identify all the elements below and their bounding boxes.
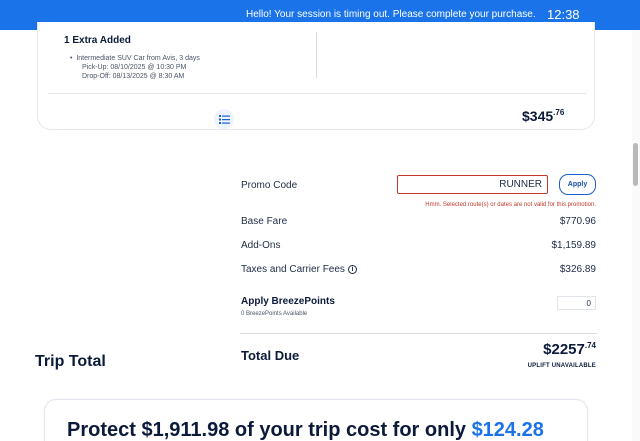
trip-protection-price: $124.28 (471, 419, 544, 441)
uplift-status: UPLIFT UNAVAILABLE (527, 363, 596, 369)
extra-item: • Intermediate SUV Car from Avis, 3 days (70, 55, 200, 62)
promo-code-label: Promo Code (241, 180, 298, 191)
trip-protection-card: Protect $1,911.98 of your trip cost for … (44, 399, 588, 441)
extras-title: 1 Extra Added (64, 35, 131, 46)
total-due-amount: $2257.74 (543, 341, 596, 358)
session-timeout-message: Hello! Your session is timing out. Pleas… (246, 9, 536, 20)
promo-code-input[interactable] (397, 175, 548, 194)
scrollbar-track[interactable] (632, 30, 640, 441)
addons-label: Add-Ons (241, 240, 281, 251)
session-timer: 12:38 (547, 7, 580, 22)
extras-price: $345.76 (522, 108, 565, 124)
list-icon (218, 114, 230, 124)
trip-total-heading: Trip Total (35, 353, 106, 370)
extras-card: 1 Extra Added • Intermediate SUV Car fro… (37, 22, 595, 130)
details-list-button[interactable] (214, 109, 234, 129)
taxes-fees-value: $326.89 (559, 264, 596, 275)
breezepoints-available: 0 BreezePoints Available (241, 311, 308, 317)
total-due-label: Total Due (241, 348, 300, 363)
taxes-fees-row: Taxes and Carrier Fees i (241, 264, 357, 275)
apply-promo-button[interactable]: Apply (559, 174, 596, 195)
extras-details: • Intermediate SUV Car from Avis, 3 days… (70, 54, 200, 81)
promo-error-message: Hmm. Selected route(s) or dates are not … (425, 202, 596, 208)
breezepoints-input[interactable] (557, 296, 596, 310)
extra-dropoff: Drop-Off: 08/13/2025 @ 8:30 AM (82, 73, 185, 80)
base-fare-value: $770.96 (559, 216, 596, 227)
base-fare-label: Base Fare (241, 216, 288, 227)
info-icon[interactable]: i (347, 265, 357, 274)
addons-value: $1,159.89 (551, 240, 597, 251)
total-divider (240, 333, 597, 334)
card-vertical-divider (316, 32, 317, 78)
scrollbar-thumb[interactable] (633, 143, 638, 186)
breezepoints-label: Apply BreezePoints (241, 296, 335, 307)
trip-protection-text: Protect $1,911.98 of your trip cost for … (67, 419, 544, 441)
taxes-fees-label: Taxes and Carrier Fees (241, 264, 345, 275)
card-horizontal-divider (48, 93, 586, 94)
extra-pickup: Pick-Up: 08/10/2025 @ 10:30 PM (82, 64, 187, 71)
